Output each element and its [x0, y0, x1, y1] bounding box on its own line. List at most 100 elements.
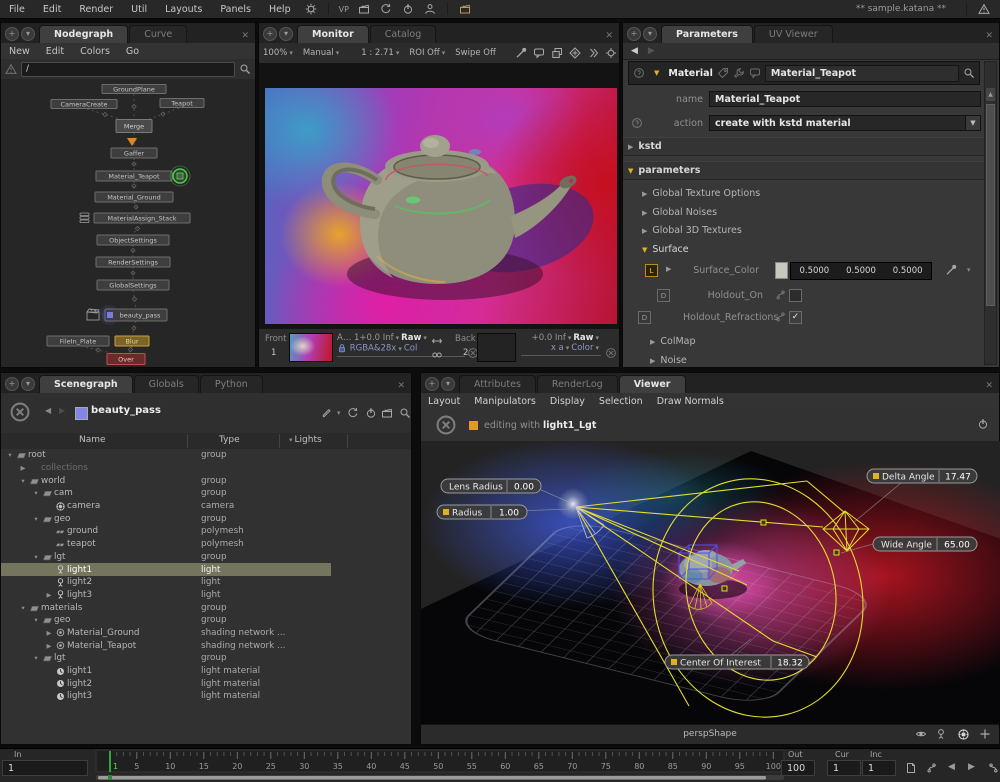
expander-icon[interactable]: ▾ — [18, 477, 28, 485]
power-icon[interactable] — [365, 407, 377, 419]
node-Merge[interactable]: Merge — [116, 120, 152, 133]
keyframe-icon[interactable] — [775, 311, 787, 323]
scenegraph-row-collections[interactable]: ▶collections — [1, 462, 411, 475]
column-type[interactable]: Type — [219, 435, 240, 445]
panel-close-icon[interactable]: ✕ — [391, 379, 411, 393]
panel-split-icon[interactable]: + — [263, 27, 277, 41]
holdout-refractions-checkbox[interactable]: ✓ — [789, 311, 802, 324]
clear-back-icon[interactable] — [605, 347, 617, 359]
scrollbar[interactable]: ▲ — [984, 61, 997, 365]
flipbook-icon[interactable] — [905, 762, 917, 774]
node-Gaffer[interactable]: Gaffer — [111, 148, 157, 158]
panel-menu-icon[interactable]: ▾ — [643, 27, 657, 41]
tab-python[interactable]: Python — [200, 375, 263, 393]
column-name[interactable]: Name — [79, 435, 106, 445]
panel-menu-icon[interactable]: ▾ — [441, 377, 455, 391]
comment-icon[interactable] — [533, 47, 545, 59]
expander-icon[interactable]: ▶ — [44, 642, 54, 650]
panel-close-icon[interactable]: ✕ — [979, 379, 999, 393]
expander-icon[interactable]: ▾ — [31, 489, 41, 497]
back-icon[interactable]: ◀ — [45, 406, 51, 415]
tab-viewer[interactable]: Viewer — [619, 375, 686, 393]
group-colmap[interactable]: ▶ColMap — [623, 333, 1000, 350]
center-icon[interactable] — [605, 47, 617, 59]
node-MaterialAssign_Stack[interactable]: MaterialAssign_Stack — [80, 213, 190, 223]
group-surface[interactable]: ▼Surface — [623, 241, 1000, 258]
action-dropdown[interactable]: create with kstd material ▼ — [709, 115, 981, 131]
panel-close-icon[interactable]: ✕ — [979, 29, 999, 43]
chevron-down-icon[interactable]: ▾ — [337, 409, 341, 417]
chevron-down-icon[interactable]: ▼ — [965, 116, 980, 130]
color-values[interactable]: 0.5000 0.5000 0.5000 — [790, 262, 932, 280]
nodegraph-canvas[interactable]: GroundPlaneCameraCreateTeapotMergeGaffer… — [1, 79, 255, 367]
node-Teapot[interactable]: Teapot — [160, 99, 204, 108]
panel-close-icon[interactable]: ✕ — [235, 29, 255, 43]
zoom-select[interactable]: 100%▾ — [259, 48, 299, 58]
scenegraph-row-light2[interactable]: light2light material — [1, 677, 411, 690]
expander-icon[interactable]: ▶ — [666, 265, 671, 273]
scenegraph-row-light1[interactable]: light1light material — [1, 665, 411, 678]
menu-util[interactable]: Util — [122, 4, 156, 15]
roi-select[interactable]: ROI Off▾ — [405, 48, 451, 58]
search-icon[interactable] — [399, 407, 411, 419]
scenegraph-row-teapot[interactable]: teapotpolymesh — [1, 538, 411, 551]
expander-icon[interactable]: ▾ — [31, 553, 41, 561]
group-global-texture-options[interactable]: ▶Global Texture Options — [623, 185, 1000, 202]
inc-field[interactable]: 1 — [862, 760, 896, 776]
tag-icon[interactable] — [717, 67, 729, 79]
panel-menu-icon[interactable]: ▾ — [21, 27, 35, 41]
power-icon[interactable] — [402, 3, 414, 15]
layers-icon[interactable] — [551, 47, 563, 59]
ratio-select[interactable]: 1 : 2.71▾ — [357, 48, 405, 58]
viewer-menu-selection[interactable]: Selection — [592, 396, 650, 407]
node-Material_Teapot[interactable]: Material_Teapot — [96, 166, 190, 186]
node-name-field[interactable]: Material_Teapot — [765, 65, 959, 82]
tab-catalog[interactable]: Catalog — [370, 25, 436, 43]
viewer-menu-draw-normals[interactable]: Draw Normals — [650, 396, 731, 407]
expander-icon[interactable]: ▶ — [44, 629, 54, 637]
tab-globals[interactable]: Globals — [134, 375, 199, 393]
swipe-toggle[interactable]: Swipe Off — [451, 48, 500, 58]
viewer-menu-display[interactable]: Display — [543, 396, 592, 407]
scenegraph-row-camera[interactable]: cameracamera — [1, 500, 411, 513]
settings-gear-icon[interactable] — [305, 3, 317, 15]
scenegraph-row-light3[interactable]: ▶light3light — [1, 589, 411, 602]
panel-close-icon[interactable]: ✕ — [599, 29, 619, 43]
user-icon[interactable] — [424, 3, 436, 15]
expander-icon[interactable]: ▶ — [18, 464, 28, 472]
node-ObjectSettings[interactable]: ObjectSettings — [97, 235, 169, 245]
panel-split-icon[interactable]: + — [627, 27, 641, 41]
expander-icon[interactable]: ▼ — [654, 69, 659, 77]
parameters-group[interactable]: ▼parameters — [623, 161, 987, 180]
eyedropper-icon[interactable] — [515, 47, 527, 59]
history-back-icon[interactable]: ◀ — [631, 46, 638, 56]
menu-render[interactable]: Render — [70, 4, 122, 15]
nodegraph-menu-go[interactable]: Go — [118, 46, 147, 57]
visibility-icon[interactable] — [915, 728, 927, 740]
warning-icon[interactable] — [978, 3, 990, 15]
panel-menu-icon[interactable]: ▾ — [21, 377, 35, 391]
help-icon[interactable] — [633, 67, 645, 79]
pan-icon[interactable] — [569, 47, 581, 59]
keyframe-icon[interactable] — [775, 289, 787, 301]
front-info[interactable]: A… 1+0.0 Inf▾Raw▾ RGBA&28x▾Col — [337, 333, 465, 357]
scenegraph-row-light2[interactable]: light2light — [1, 576, 411, 589]
refresh-icon[interactable] — [380, 3, 392, 15]
expander-icon[interactable]: ▾ — [18, 604, 28, 612]
tab-scenegraph[interactable]: Scenegraph — [39, 375, 133, 393]
camera-select-icon[interactable] — [957, 728, 970, 741]
scenegraph-row-Material_Teapot[interactable]: ▶Material_Teapotshading network ... — [1, 639, 411, 652]
node-FileIn_Plate[interactable]: FileIn_Plate — [47, 336, 109, 346]
node-beauty_pass[interactable]: beauty_pass — [87, 305, 167, 325]
scroll-up-icon[interactable]: ▲ — [986, 88, 995, 101]
nodegraph-menu-new[interactable]: New — [1, 46, 38, 57]
clear-edit-icon[interactable] — [435, 414, 457, 436]
color-swatch[interactable] — [775, 262, 788, 279]
next-frame-icon[interactable]: ▶ — [968, 762, 975, 772]
scenegraph-row-materials[interactable]: ▾materialsgroup — [1, 601, 411, 614]
vp-toggle[interactable]: VP — [339, 5, 349, 14]
group-global-3d-textures[interactable]: ▶Global 3D Textures — [623, 222, 1000, 239]
scenegraph-row-light3[interactable]: light3light material — [1, 690, 411, 703]
scrollbar-thumb[interactable] — [986, 104, 995, 306]
panel-split-icon[interactable]: + — [5, 27, 19, 41]
